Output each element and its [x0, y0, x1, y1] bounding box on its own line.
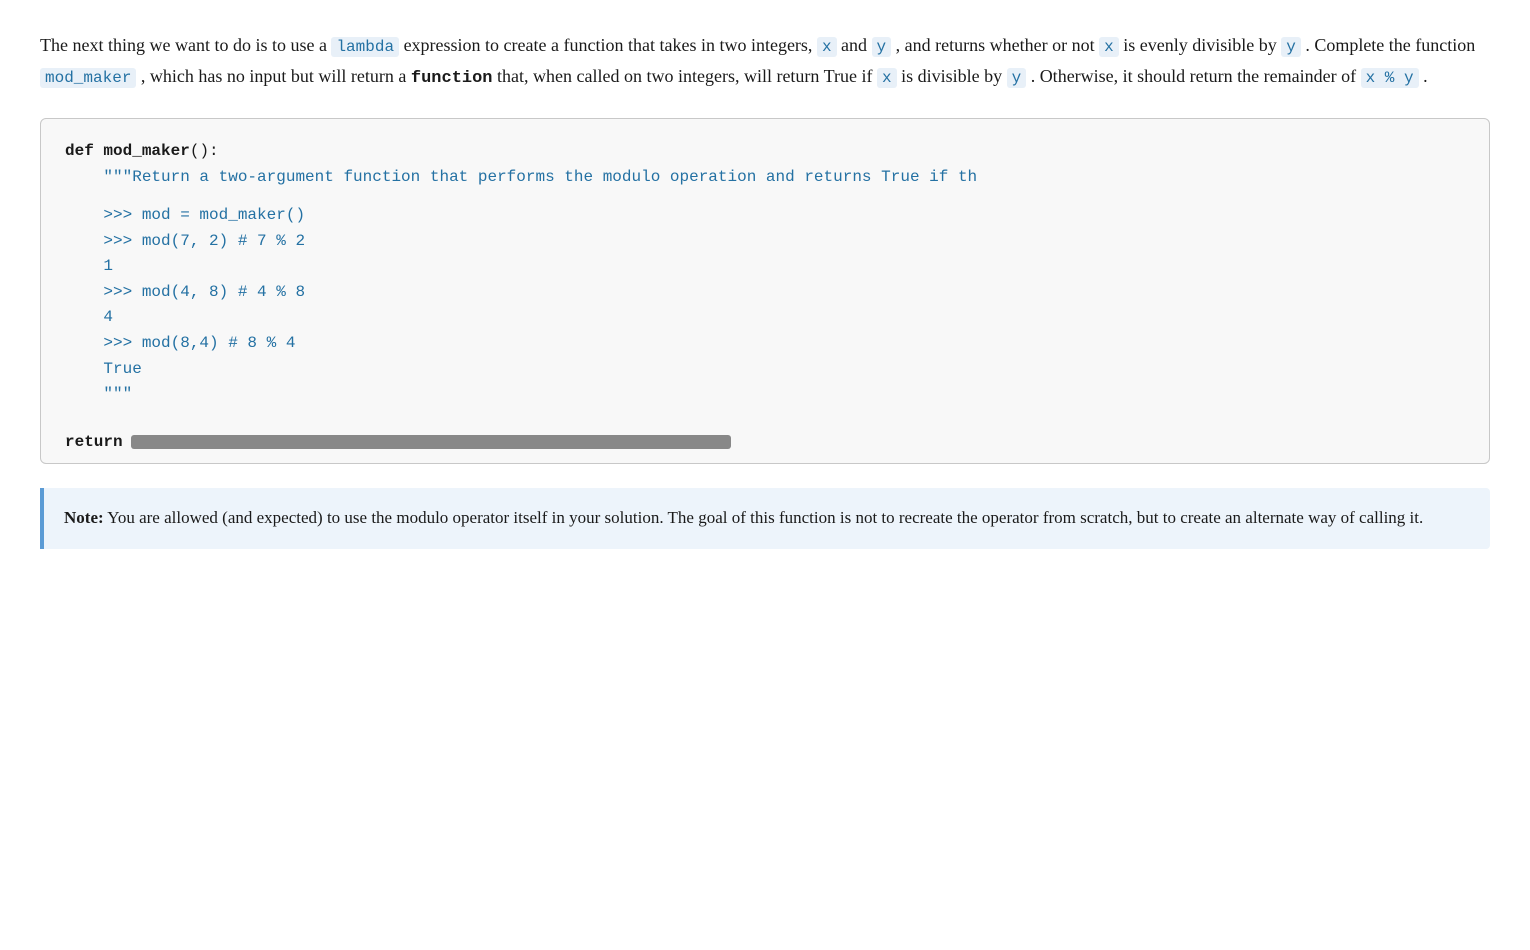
- prompt-line-2: >>> mod(7, 2) # 7 % 2: [65, 229, 1465, 255]
- note-text: You are allowed (and expected) to use th…: [104, 508, 1424, 527]
- y-code-1: y: [872, 37, 892, 57]
- lambda-code: lambda: [331, 37, 399, 57]
- desc-part5: is evenly divisible by: [1123, 35, 1281, 55]
- desc-part2: expression to create a function that tak…: [404, 35, 817, 55]
- docstring-close: """: [65, 382, 1465, 408]
- prompt-line-3: >>> mod(4, 8) # 4 % 8: [65, 280, 1465, 306]
- note-bold-label: Note:: [64, 508, 104, 527]
- result-line-1: 1: [65, 254, 1465, 280]
- docstring-line1: """Return a two-argument function that p…: [65, 165, 1465, 191]
- x-code-2: x: [1099, 37, 1119, 57]
- desc-part6: . Complete the function: [1305, 35, 1475, 55]
- prompt-line-1: >>> mod = mod_maker(): [65, 203, 1465, 229]
- xy-code: x % y: [1361, 68, 1419, 88]
- code-block: def mod_makerdef mod_maker():(): """Retu…: [41, 119, 1489, 421]
- desc-part3: and: [841, 35, 872, 55]
- empty-line-1: [65, 190, 1465, 203]
- mod-maker-inline-code: mod_maker: [40, 68, 136, 88]
- note-box: Note: You are allowed (and expected) to …: [40, 488, 1490, 549]
- y-code-2: y: [1281, 37, 1301, 57]
- return-blank-input: [131, 435, 731, 449]
- function-bold: function: [411, 69, 493, 88]
- desc-part11: .: [1419, 66, 1428, 86]
- desc-part8: that, when called on two integers, will …: [493, 66, 877, 86]
- return-line: return: [41, 425, 1489, 463]
- empty-line-2: [65, 408, 1465, 421]
- desc-part9: is divisible by: [897, 66, 1007, 86]
- desc-part7: , which has no input but will return a: [141, 66, 411, 86]
- x-code-1: x: [817, 37, 837, 57]
- desc-part4: , and returns whether or not: [896, 35, 1099, 55]
- description-paragraph: The next thing we want to do is to use a…: [40, 30, 1490, 94]
- result-line-3: True: [65, 357, 1465, 383]
- result-line-2: 4: [65, 305, 1465, 331]
- x-code-3: x: [877, 68, 897, 88]
- def-line: def mod_makerdef mod_maker():():: [65, 139, 1465, 165]
- y-code-3: y: [1007, 68, 1027, 88]
- return-keyword: return: [65, 433, 123, 451]
- desc-part10: . Otherwise, it should return the remain…: [1026, 66, 1360, 86]
- code-block-container: def mod_makerdef mod_maker():(): """Retu…: [40, 118, 1490, 464]
- prompt-line-4: >>> mod(8,4) # 8 % 4: [65, 331, 1465, 357]
- desc-part1: The next thing we want to do is to use a: [40, 35, 331, 55]
